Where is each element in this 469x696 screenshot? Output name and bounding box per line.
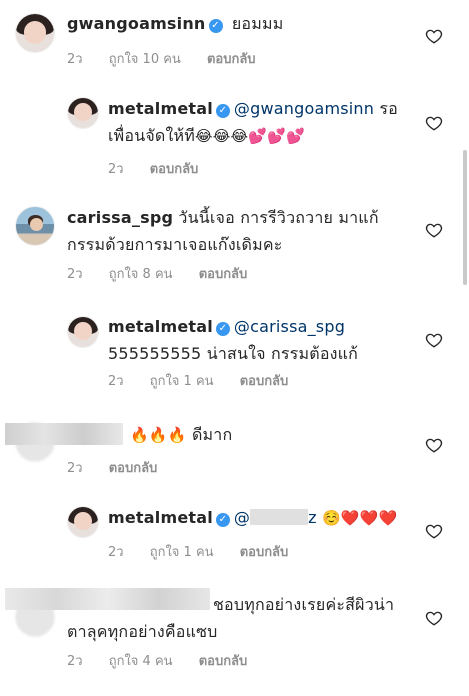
username[interactable]: metalmetal bbox=[108, 317, 213, 336]
heart-outline-icon[interactable] bbox=[425, 27, 443, 45]
reply-button[interactable]: ตอบกลับ bbox=[199, 267, 248, 282]
comment-body: ยอมมม bbox=[231, 14, 284, 33]
emoji-group: 😂😂😂💕💕💕 bbox=[195, 127, 305, 145]
timestamp: 2ว bbox=[67, 461, 83, 476]
avatar[interactable] bbox=[15, 13, 55, 53]
likes-count[interactable]: ถูกใจ 1 คน bbox=[150, 374, 214, 389]
username[interactable]: metalmetal bbox=[108, 508, 213, 527]
likes-count[interactable]: ถูกใจ 8 คน bbox=[109, 267, 173, 282]
timestamp: 2ว bbox=[108, 545, 124, 560]
scrollbar[interactable] bbox=[463, 150, 467, 285]
comment-meta: 2ว ถูกใจ 1 คน ตอบกลับ bbox=[108, 370, 310, 391]
heart-outline-icon[interactable] bbox=[425, 331, 443, 349]
comment-meta: 2ว ถูกใจ 10 คน ตอบกลับ bbox=[67, 48, 278, 69]
reply-button[interactable]: ตอบกลับ bbox=[207, 52, 256, 67]
comment-meta: 2ว ถูกใจ 4 คน ตอบกลับ bbox=[67, 650, 269, 671]
timestamp: 2ว bbox=[67, 267, 83, 282]
comment-body: 555555555 น่าสนใจ กรรมต้องแก้ bbox=[108, 344, 359, 363]
comment-text: 🔥🔥🔥 ดีมาก bbox=[130, 421, 232, 449]
comment-text: ชอบทุกอย่างเรยค่ะสีผิวน่า ตาลุคทุกอย่างค… bbox=[67, 591, 407, 645]
heart-outline-icon[interactable] bbox=[425, 436, 443, 454]
timestamp: 2ว bbox=[108, 374, 124, 389]
username[interactable]: metalmetal bbox=[108, 99, 213, 118]
timestamp: 2ว bbox=[108, 162, 124, 177]
likes-count[interactable]: ถูกใจ 1 คน bbox=[150, 545, 214, 560]
comment-body: วันนี้เจอ การรีวิวถวาย มาแก้ bbox=[173, 208, 379, 227]
comment-meta: 2ว ตอบกลับ bbox=[67, 457, 179, 478]
mention-link[interactable]: @ z bbox=[234, 508, 317, 527]
mention-tail: z bbox=[308, 508, 317, 527]
reply-button[interactable]: ตอบกลับ bbox=[150, 162, 199, 177]
avatar[interactable] bbox=[67, 97, 99, 129]
username[interactable]: carissa_spg bbox=[67, 208, 173, 227]
avatar[interactable] bbox=[67, 506, 99, 538]
comment-body: ชอบทุกอย่างเรยค่ะสีผิวน่า bbox=[213, 595, 395, 614]
username[interactable]: gwangoamsinn bbox=[67, 14, 206, 33]
heart-outline-icon[interactable] bbox=[425, 522, 443, 540]
comment-body-line2: เพื่อนจัดให้ที bbox=[108, 126, 196, 145]
verified-badge-icon: ✓ bbox=[215, 322, 230, 336]
likes-count[interactable]: ถูกใจ 4 คน bbox=[109, 654, 173, 669]
emoji-group: ☺️❤️❤️❤️ bbox=[322, 509, 398, 527]
reply-button[interactable]: ตอบกลับ bbox=[199, 654, 248, 669]
comment-body-line2: ตาลุคทุกอย่างคือแซบ bbox=[67, 622, 218, 641]
mention-link[interactable]: @gwangoamsinn bbox=[234, 99, 374, 118]
comment-body-line2: กรรมด้วยการมาเจอแก๊งเดิมคะ bbox=[67, 235, 283, 254]
reply-button[interactable]: ตอบกลับ bbox=[109, 461, 158, 476]
verified-badge-icon: ✓ bbox=[215, 513, 230, 527]
verified-badge-icon: ✓ bbox=[215, 104, 230, 118]
heart-outline-icon[interactable] bbox=[425, 221, 443, 239]
avatar[interactable] bbox=[15, 206, 55, 246]
censored-username bbox=[5, 423, 123, 445]
comment-body: รอ bbox=[374, 99, 398, 118]
timestamp: 2ว bbox=[67, 654, 83, 669]
comment-meta: 2ว ถูกใจ 1 คน ตอบกลับ bbox=[108, 541, 310, 562]
comment-body: ดีมาก bbox=[191, 425, 233, 444]
reply-button[interactable]: ตอบกลับ bbox=[240, 374, 289, 389]
likes-count[interactable]: ถูกใจ 10 คน bbox=[109, 52, 181, 67]
comment-meta: 2ว ตอบกลับ bbox=[108, 158, 220, 179]
verified-badge-icon: ✓ bbox=[208, 19, 223, 33]
reply-button[interactable]: ตอบกลับ bbox=[240, 545, 289, 560]
avatar[interactable] bbox=[67, 316, 99, 348]
comment-text: metalmetal ✓ @carissa_spg 555555555 น่าสนใ… bbox=[108, 313, 408, 367]
heart-outline-icon[interactable] bbox=[425, 114, 443, 132]
comment-text: carissa_spg วันนี้เจอ การรีวิวถวาย มาแก้… bbox=[67, 204, 407, 258]
comment-text: metalmetal ✓ @gwangoamsinn รอ เพื่อนจัดให้… bbox=[108, 95, 398, 150]
comment-text: metalmetal ✓ @ z ☺️❤️❤️❤️ bbox=[108, 504, 408, 532]
mention-link[interactable]: @carissa_spg bbox=[234, 317, 345, 336]
comment-text: gwangoamsinn ✓ ยอมมม bbox=[67, 10, 283, 37]
comment-meta: 2ว ถูกใจ 8 คน ตอบกลับ bbox=[67, 263, 269, 284]
timestamp: 2ว bbox=[67, 52, 83, 67]
heart-outline-icon[interactable] bbox=[425, 609, 443, 627]
emoji-group: 🔥🔥🔥 bbox=[130, 426, 187, 444]
